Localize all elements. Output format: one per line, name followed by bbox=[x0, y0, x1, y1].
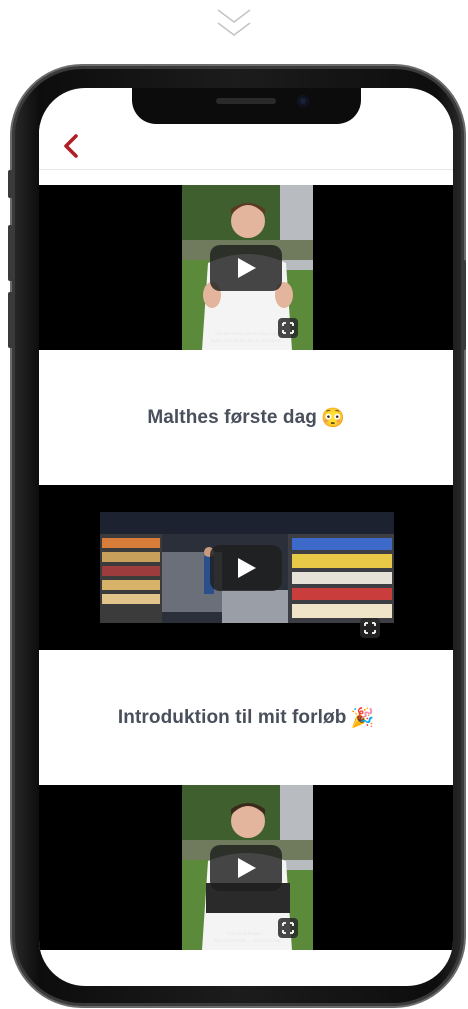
video-title-block: Malthes første dag 😳 bbox=[39, 350, 453, 485]
navigation-bar bbox=[39, 124, 453, 170]
play-icon bbox=[238, 858, 256, 878]
video-title-block: Introduktion til mit forløb 🎉 bbox=[39, 650, 453, 785]
phone-power-button bbox=[461, 260, 466, 350]
fullscreen-button[interactable] bbox=[278, 318, 298, 338]
phone-notch bbox=[132, 88, 361, 124]
video-title: Introduktion til mit forløb bbox=[117, 706, 347, 728]
flushed-face-emoji: 😳 bbox=[321, 407, 345, 429]
chevron-left-icon bbox=[64, 134, 78, 158]
phone-volume-up bbox=[8, 225, 13, 281]
fullscreen-icon bbox=[364, 622, 376, 634]
video-title: Malthes første dag bbox=[147, 406, 317, 428]
play-icon bbox=[238, 258, 256, 278]
phone-screen: Det kan være, det er meget af s siger i … bbox=[39, 88, 453, 986]
fullscreen-icon bbox=[282, 322, 294, 334]
play-icon bbox=[238, 558, 256, 578]
phone-volume-down bbox=[8, 292, 13, 348]
fullscreen-icon bbox=[282, 922, 294, 934]
play-button[interactable] bbox=[210, 845, 282, 891]
play-button[interactable] bbox=[210, 545, 282, 591]
video-caption-line: siger i den første, det er skidegodt... bbox=[210, 338, 285, 343]
speaker-grille bbox=[216, 98, 276, 104]
front-camera bbox=[297, 95, 309, 107]
phone-mute-switch bbox=[8, 170, 13, 198]
back-button[interactable] bbox=[57, 130, 85, 162]
video-player-1[interactable]: Det kan være, det er meget af s siger i … bbox=[39, 185, 453, 350]
video-player-2[interactable] bbox=[39, 485, 453, 650]
fullscreen-button[interactable] bbox=[360, 618, 380, 638]
party-popper-emoji: 🎉 bbox=[350, 707, 375, 729]
video-caption-line: Min nuværende ... som hver dag bbox=[214, 938, 281, 943]
video-feed[interactable]: Det kan være, det er meget af s siger i … bbox=[39, 185, 453, 950]
double-chevron-down-icon[interactable] bbox=[214, 6, 254, 44]
fullscreen-button[interactable] bbox=[278, 918, 298, 938]
video-player-3[interactable]: Vi er to lærlinger i ... Min nuværende .… bbox=[39, 785, 453, 950]
play-button[interactable] bbox=[210, 245, 282, 291]
